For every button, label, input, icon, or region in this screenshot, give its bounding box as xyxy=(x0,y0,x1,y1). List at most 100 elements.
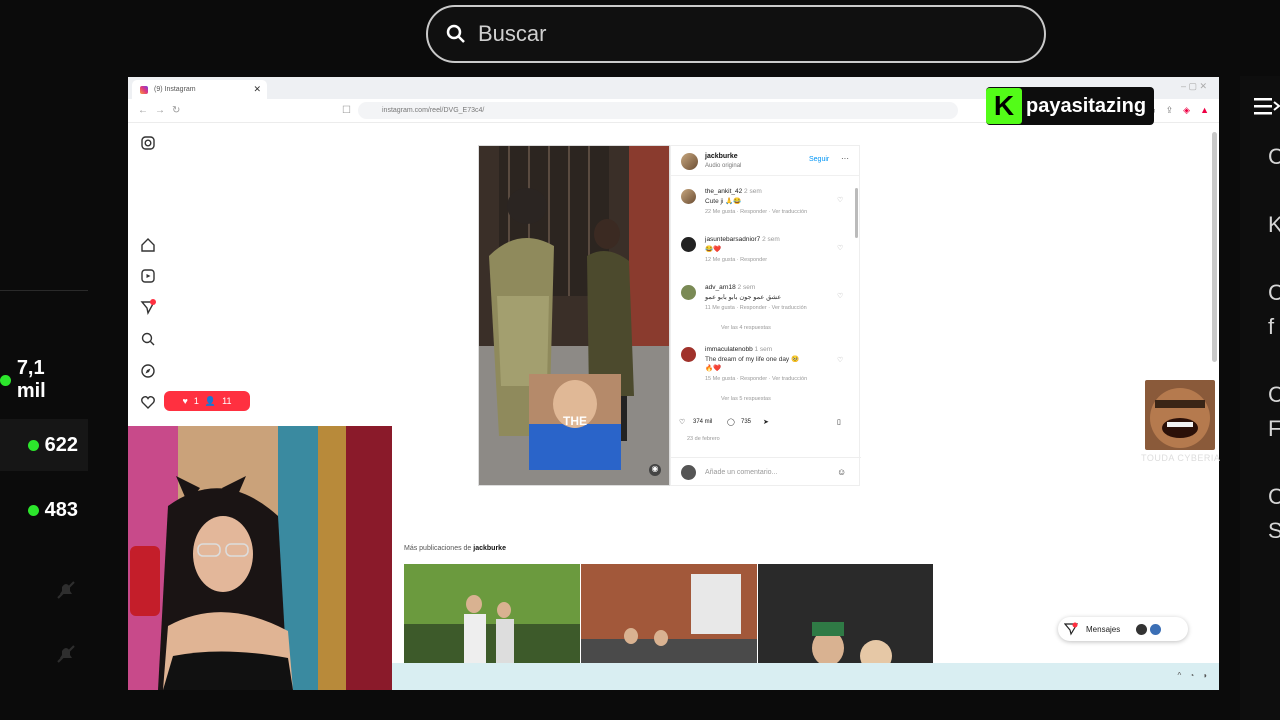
chat-clipped-text: C K Cf CF CS xyxy=(1268,144,1280,543)
live-dot-icon xyxy=(27,504,39,516)
comment-like-icon[interactable]: ♡ xyxy=(837,244,843,252)
post-header: jackburke Audio original Seguir ··· xyxy=(671,146,859,176)
viewer-count-3[interactable]: 483 xyxy=(0,484,88,536)
post-thumbnail[interactable] xyxy=(581,564,757,663)
post-thumbnail[interactable] xyxy=(758,564,933,663)
comment-input[interactable]: Añade un comentario... xyxy=(705,469,777,476)
author-username[interactable]: jackburke xyxy=(705,153,738,160)
home-icon[interactable] xyxy=(140,237,156,253)
post-thumbnail[interactable] xyxy=(404,564,580,663)
browser-tab[interactable]: (9) Instagram ✕ xyxy=(132,80,267,99)
like-icon[interactable]: ♡ xyxy=(679,418,685,426)
laughing-meme-overlay xyxy=(1145,380,1215,450)
comment-meta: 11 Me gusta · Responder · Ver traducción xyxy=(705,305,807,311)
search-nav-icon[interactable] xyxy=(140,331,156,347)
comment-username[interactable]: adv_arn18 2 sem xyxy=(705,284,755,291)
viewer-count-text: 483 xyxy=(44,498,78,521)
comment-text: Cute ji 🙏😂 xyxy=(705,198,742,205)
share-icon[interactable]: ⇪ xyxy=(1166,105,1174,116)
instagram-favicon-icon xyxy=(140,86,148,94)
comment-icon[interactable]: ◯ xyxy=(727,418,735,426)
commenter-avatar[interactable] xyxy=(681,285,696,300)
bookmark-icon[interactable]: ☐ xyxy=(342,105,351,116)
page-scrollbar[interactable] xyxy=(1212,132,1217,362)
system-tray: ^ ◔ ◑ xyxy=(1178,671,1207,680)
explore-icon[interactable] xyxy=(140,363,156,379)
reels-icon[interactable] xyxy=(140,268,156,284)
post-details-panel: jackburke Audio original Seguir ··· the_… xyxy=(670,145,861,487)
overlay-caption: TOUDA CYBERIA xyxy=(1141,453,1221,463)
like-count: 374 mil xyxy=(693,419,713,425)
comment-like-icon[interactable]: ♡ xyxy=(837,196,843,204)
browser-extensions: ▭ ⇪ ◈ ▲ xyxy=(1147,105,1209,116)
thumbnail-image xyxy=(404,564,580,663)
comment-count: 735 xyxy=(741,419,752,425)
viewer-count-text: 7,1 mil xyxy=(16,357,46,402)
more-options-icon[interactable]: ··· xyxy=(841,154,849,163)
comment-username[interactable]: the_ankit_42 2 sem xyxy=(705,188,762,195)
shield-icon[interactable]: ◈ xyxy=(1183,105,1190,116)
post-actions: ♡ 374 mil ◯ 735 ➤ ▯ xyxy=(679,418,854,432)
viewer-count-text: 622 xyxy=(44,433,78,456)
instagram-logo-icon[interactable] xyxy=(140,135,156,151)
url-field[interactable]: instagram.com/reel/DVG_E73c4/ xyxy=(358,102,958,119)
followed-channels-sidebar: 7,1 mil 622 483 xyxy=(0,70,95,720)
thumbnail-image xyxy=(581,564,757,663)
author-avatar[interactable] xyxy=(681,153,698,170)
view-replies-link[interactable]: Ver las 4 respuestas xyxy=(721,325,771,331)
commenter-avatar[interactable] xyxy=(681,189,696,204)
messages-icon[interactable] xyxy=(140,299,156,315)
close-tab-icon[interactable]: ✕ xyxy=(253,84,261,95)
muted-bell-icon[interactable] xyxy=(54,642,78,666)
comment-meta: 12 Me gusta · Responder xyxy=(705,257,768,263)
tray-volume-icon[interactable]: ◑ xyxy=(1202,671,1207,680)
kick-logo-icon: K xyxy=(986,88,1022,124)
commenter-avatar[interactable] xyxy=(681,347,696,362)
viewer-count-1[interactable]: 7,1 mil xyxy=(0,354,88,406)
comment-username[interactable]: jasuntebarsadnior7 2 sem xyxy=(705,236,780,243)
comment-username[interactable]: immaculatenobb 1 sem xyxy=(705,346,772,353)
tray-chevron-icon[interactable]: ^ xyxy=(1178,671,1182,680)
share-icon[interactable]: ➤ xyxy=(763,418,769,426)
reel-video[interactable]: THE ◉ xyxy=(478,145,670,486)
comment-like-icon[interactable]: ♡ xyxy=(837,356,843,364)
search-bar[interactable]: Buscar xyxy=(426,5,1046,63)
notification-popup[interactable]: ♥ 1 👤 11 xyxy=(164,391,250,411)
comments-scrollbar[interactable] xyxy=(855,188,858,238)
collapse-menu-icon[interactable] xyxy=(1254,96,1280,116)
post-date: 23 de febrero xyxy=(687,436,720,442)
save-icon[interactable]: ▯ xyxy=(837,418,841,426)
comment-text: The dream of my life one day 🥺 xyxy=(705,356,800,363)
follow-button[interactable]: Seguir xyxy=(809,156,829,163)
window-controls[interactable]: – ▢ ✕ xyxy=(1181,81,1207,92)
contact-avatar xyxy=(1136,623,1148,635)
contact-avatar xyxy=(1150,623,1162,635)
forward-icon[interactable]: → xyxy=(155,105,165,116)
reload-icon[interactable]: ↻ xyxy=(172,105,180,116)
commenter-avatar[interactable] xyxy=(681,237,696,252)
sidebar-divider xyxy=(0,290,88,291)
more-posts-user[interactable]: jackburke xyxy=(473,545,506,552)
muted-bell-icon[interactable] xyxy=(54,578,78,602)
own-avatar xyxy=(681,465,696,480)
messages-button[interactable]: Mensajes xyxy=(1058,617,1188,641)
view-replies-link[interactable]: Ver las 5 respuestas xyxy=(721,396,771,402)
audio-label[interactable]: Audio original xyxy=(705,163,741,169)
emoji-icon[interactable]: ☺ xyxy=(837,467,846,477)
comment-meta: 22 Me gusta · Responder · Ver traducción xyxy=(705,209,808,215)
thumbnail-image xyxy=(758,564,933,663)
back-icon[interactable]: ← xyxy=(138,105,148,116)
viewer-count-2[interactable]: 622 xyxy=(0,419,88,471)
heart-icon: ♥ xyxy=(182,396,188,406)
comment-text: عشق عمو جون بابو بابو عمو xyxy=(705,294,782,301)
warning-icon[interactable]: ▲ xyxy=(1200,105,1209,116)
add-comment-row: Añade un comentario... ☺ xyxy=(671,457,861,487)
sticker-text: THE xyxy=(563,414,587,428)
laughing-face-image xyxy=(1145,380,1215,450)
notifications-heart-icon[interactable] xyxy=(140,394,156,410)
mute-icon[interactable]: ◉ xyxy=(649,464,661,476)
more-posts-grid xyxy=(404,564,933,663)
tray-network-icon[interactable]: ◔ xyxy=(1189,671,1194,680)
comment-like-icon[interactable]: ♡ xyxy=(837,292,843,300)
search-placeholder: Buscar xyxy=(478,21,547,46)
